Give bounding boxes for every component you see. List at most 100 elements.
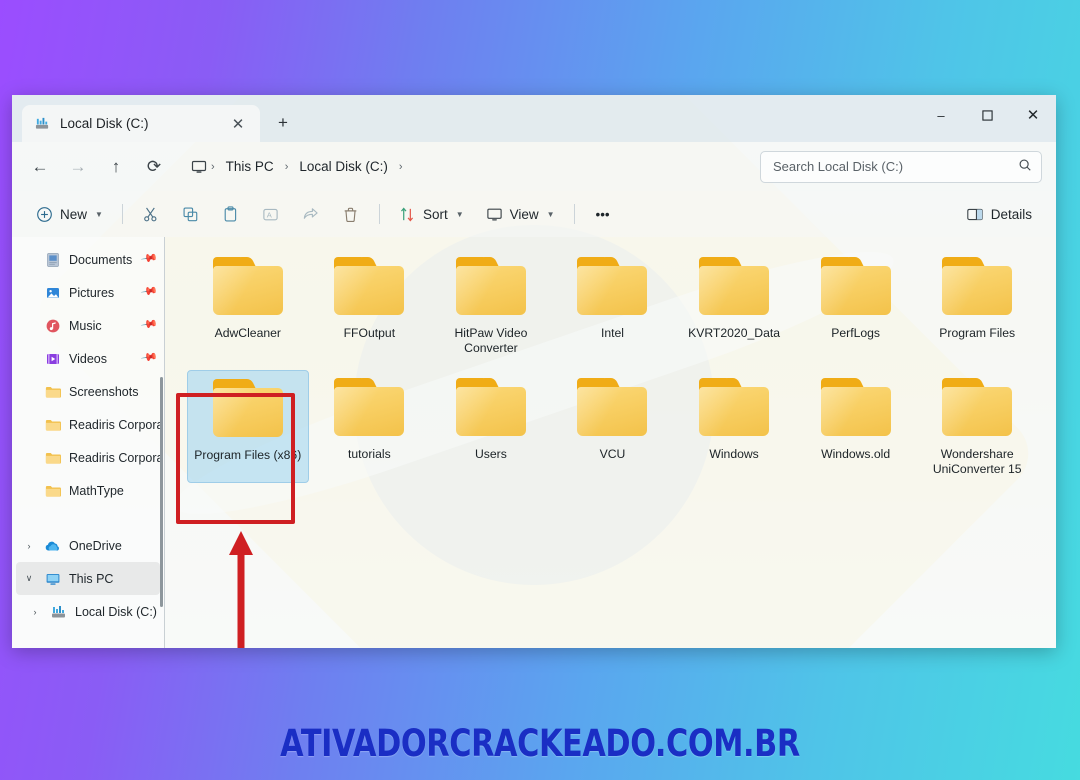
onedrive-cloud-icon xyxy=(44,537,61,554)
file-item-users[interactable]: Users xyxy=(430,370,552,483)
sidebar-item-onedrive[interactable]: › OneDrive xyxy=(12,529,164,562)
breadcrumb-item-this-pc[interactable]: This PC xyxy=(219,156,281,177)
videos-icon xyxy=(44,350,61,367)
sidebar-item-label: Local Disk (C:) xyxy=(75,604,157,619)
sidebar-item-pictures[interactable]: Pictures 📌 xyxy=(12,276,164,309)
file-item-windows[interactable]: Windows xyxy=(673,370,795,483)
file-item-program-files-x86[interactable]: Program Files (x86) xyxy=(187,370,309,483)
pin-icon[interactable]: 📌 xyxy=(140,348,162,369)
details-pane-icon xyxy=(966,206,984,223)
sidebar-scrollbar[interactable] xyxy=(160,377,163,607)
sidebar-item-readiris-corporate-1[interactable]: Readiris Corpora xyxy=(12,408,164,441)
chevron-right-icon[interactable]: › xyxy=(22,541,36,551)
sidebar-item-videos[interactable]: Videos 📌 xyxy=(12,342,164,375)
share-icon xyxy=(302,206,319,223)
more-options-button[interactable]: ••• xyxy=(584,198,622,230)
sidebar-item-label: MathType xyxy=(69,483,124,498)
breadcrumb[interactable]: › This PC › Local Disk (C:) › xyxy=(182,150,758,183)
view-button[interactable]: View ▼ xyxy=(476,198,565,230)
file-name: FFOutput xyxy=(343,326,396,340)
maximize-button[interactable] xyxy=(964,95,1010,135)
chevron-down-icon[interactable]: ▼ xyxy=(547,210,555,219)
copy-button[interactable] xyxy=(172,198,210,230)
plus-circle-icon xyxy=(36,206,53,223)
file-item-tutorials[interactable]: tutorials xyxy=(309,370,431,483)
rename-button[interactable]: A xyxy=(252,198,290,230)
folder-icon xyxy=(211,257,285,317)
cut-button[interactable] xyxy=(132,198,170,230)
svg-text:A: A xyxy=(267,210,273,219)
this-pc-monitor-icon[interactable] xyxy=(190,158,207,175)
file-name: Intel xyxy=(600,326,625,340)
sort-button[interactable]: Sort ▼ xyxy=(389,198,474,230)
file-name: Users xyxy=(475,447,507,461)
tab-local-disk-c[interactable]: Local Disk (C:) ✕ xyxy=(22,105,260,142)
file-item-wondershare-uniconverter-15[interactable]: Wondershare UniConverter 15 xyxy=(916,370,1038,483)
sidebar-item-local-disk-c[interactable]: › Local Disk (C:) xyxy=(12,595,164,628)
folder-icon xyxy=(44,449,61,466)
close-icon[interactable]: ✕ xyxy=(225,111,251,137)
file-name: Program Files (x86) xyxy=(194,448,302,462)
scissors-icon xyxy=(142,206,159,223)
breadcrumb-separator[interactable]: › xyxy=(397,161,405,173)
sidebar-item-label: Videos xyxy=(69,351,107,366)
file-name: KVRT2020_Data xyxy=(688,326,781,340)
folder-icon xyxy=(575,257,649,317)
minimize-button[interactable]: – xyxy=(918,95,964,135)
toolbar-divider xyxy=(121,204,123,224)
file-item-adwcleaner[interactable]: AdwCleaner xyxy=(187,249,309,362)
share-button[interactable] xyxy=(292,198,330,230)
folder-icon xyxy=(211,379,285,439)
file-item-vcu[interactable]: VCU xyxy=(552,370,674,483)
file-name: Windows.old xyxy=(821,447,891,461)
close-button[interactable]: ✕ xyxy=(1010,95,1056,135)
file-item-windows-old[interactable]: Windows.old xyxy=(795,370,917,483)
pin-icon[interactable]: 📌 xyxy=(140,282,162,303)
folder-icon xyxy=(454,378,528,438)
sidebar-item-music[interactable]: Music 📌 xyxy=(12,309,164,342)
search-input[interactable]: Search Local Disk (C:) xyxy=(760,150,1042,183)
breadcrumb-item-local-disk-c[interactable]: Local Disk (C:) xyxy=(292,156,395,177)
file-list-area[interactable]: AdwCleaner FFOutput HitPaw Video Convert… xyxy=(165,237,1056,648)
sidebar-item-this-pc[interactable]: ∨ This PC xyxy=(16,562,160,595)
file-item-kvrt2020-data[interactable]: KVRT2020_Data xyxy=(673,249,795,362)
forward-icon[interactable]: → xyxy=(60,150,96,183)
pictures-icon xyxy=(44,284,61,301)
chevron-down-icon[interactable]: ∨ xyxy=(22,573,36,584)
pin-icon[interactable]: 📌 xyxy=(140,249,162,270)
sidebar-item-mathtype[interactable]: MathType xyxy=(12,474,164,507)
details-pane-button[interactable]: Details xyxy=(956,198,1042,230)
sidebar-item-label: Readiris Corpora xyxy=(69,450,160,465)
sidebar-item-label: Music xyxy=(69,318,102,333)
navigation-sidebar[interactable]: Documents 📌 Pictures 📌 Music 📌 Videos 📌 … xyxy=(12,237,165,648)
sort-button-label: Sort xyxy=(422,206,448,222)
address-bar: ← → ↑ ⟳ › This PC › Local Disk (C:) › Se… xyxy=(12,142,1056,191)
chevron-right-icon[interactable]: › xyxy=(28,607,42,617)
back-icon[interactable]: ← xyxy=(22,150,58,183)
up-icon[interactable]: ↑ xyxy=(98,150,134,183)
sidebar-item-screenshots[interactable]: Screenshots xyxy=(12,375,164,408)
file-item-ffoutput[interactable]: FFOutput xyxy=(309,249,431,362)
search-icon[interactable] xyxy=(1018,158,1032,175)
file-name: VCU xyxy=(599,447,626,461)
file-item-hitpaw-video-converter[interactable]: HitPaw Video Converter xyxy=(430,249,552,362)
file-item-program-files[interactable]: Program Files xyxy=(916,249,1038,362)
file-name: tutorials xyxy=(348,447,391,461)
chevron-down-icon[interactable]: ▼ xyxy=(456,210,464,219)
file-item-perflogs[interactable]: PerfLogs xyxy=(795,249,917,362)
plus-icon[interactable]: + xyxy=(270,110,296,136)
sidebar-item-label: Pictures xyxy=(69,285,115,300)
new-button[interactable]: New ▼ xyxy=(26,198,113,230)
sidebar-item-readiris-corporate-2[interactable]: Readiris Corpora xyxy=(12,441,164,474)
paste-button[interactable] xyxy=(212,198,250,230)
pin-icon[interactable]: 📌 xyxy=(140,315,162,336)
folder-icon xyxy=(819,378,893,438)
folder-icon xyxy=(575,378,649,438)
file-item-intel[interactable]: Intel xyxy=(552,249,674,362)
chevron-down-icon[interactable]: ▼ xyxy=(95,210,103,219)
rename-icon: A xyxy=(262,206,279,223)
sidebar-item-documents[interactable]: Documents 📌 xyxy=(12,243,164,276)
details-pane-label: Details xyxy=(990,206,1032,222)
refresh-icon[interactable]: ⟳ xyxy=(136,150,172,183)
delete-button[interactable] xyxy=(332,198,370,230)
